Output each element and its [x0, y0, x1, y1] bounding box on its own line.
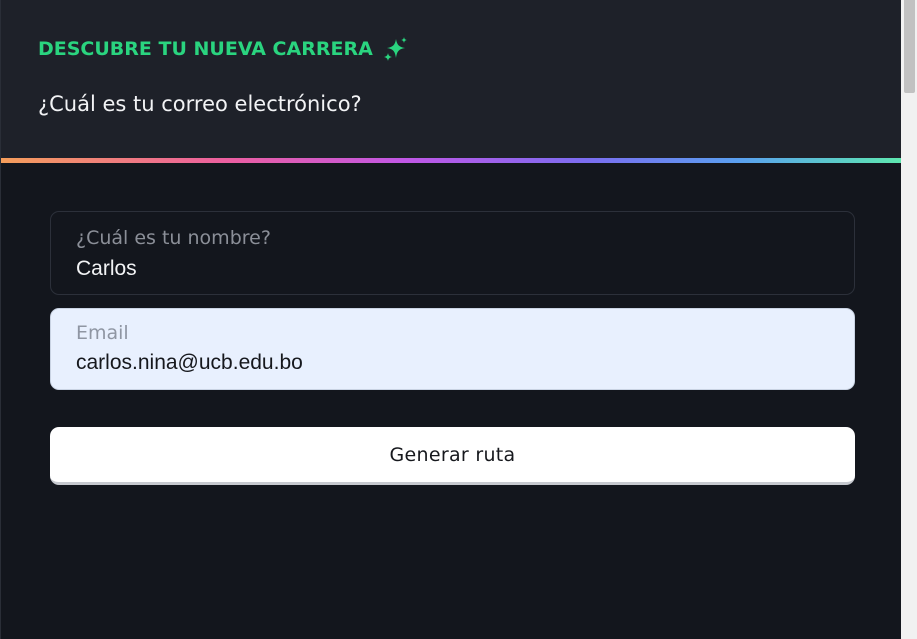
sparkles-icon: [383, 36, 409, 62]
career-form-panel: DESCUBRE TU NUEVA CARRERA ¿Cuál es tu co…: [0, 0, 901, 639]
page: DESCUBRE TU NUEVA CARRERA ¿Cuál es tu co…: [0, 0, 917, 639]
email-field-label: Email: [76, 322, 129, 344]
name-input[interactable]: [76, 257, 816, 281]
form-header: DESCUBRE TU NUEVA CARRERA ¿Cuál es tu co…: [1, 0, 901, 158]
generate-route-button[interactable]: Generar ruta: [50, 427, 855, 485]
email-field[interactable]: Email: [50, 308, 855, 390]
current-question: ¿Cuál es tu correo electrónico?: [38, 92, 362, 116]
scrollbar-thumb[interactable]: [904, 0, 915, 93]
email-input[interactable]: [76, 351, 816, 375]
name-field-label: ¿Cuál es tu nombre?: [76, 227, 271, 249]
eyebrow-text: DESCUBRE TU NUEVA CARRERA: [38, 38, 373, 60]
header-eyebrow: DESCUBRE TU NUEVA CARRERA: [38, 36, 409, 62]
progress-gradient-bar: [1, 158, 901, 163]
scrollbar[interactable]: [901, 0, 917, 639]
name-field[interactable]: ¿Cuál es tu nombre?: [50, 211, 855, 295]
